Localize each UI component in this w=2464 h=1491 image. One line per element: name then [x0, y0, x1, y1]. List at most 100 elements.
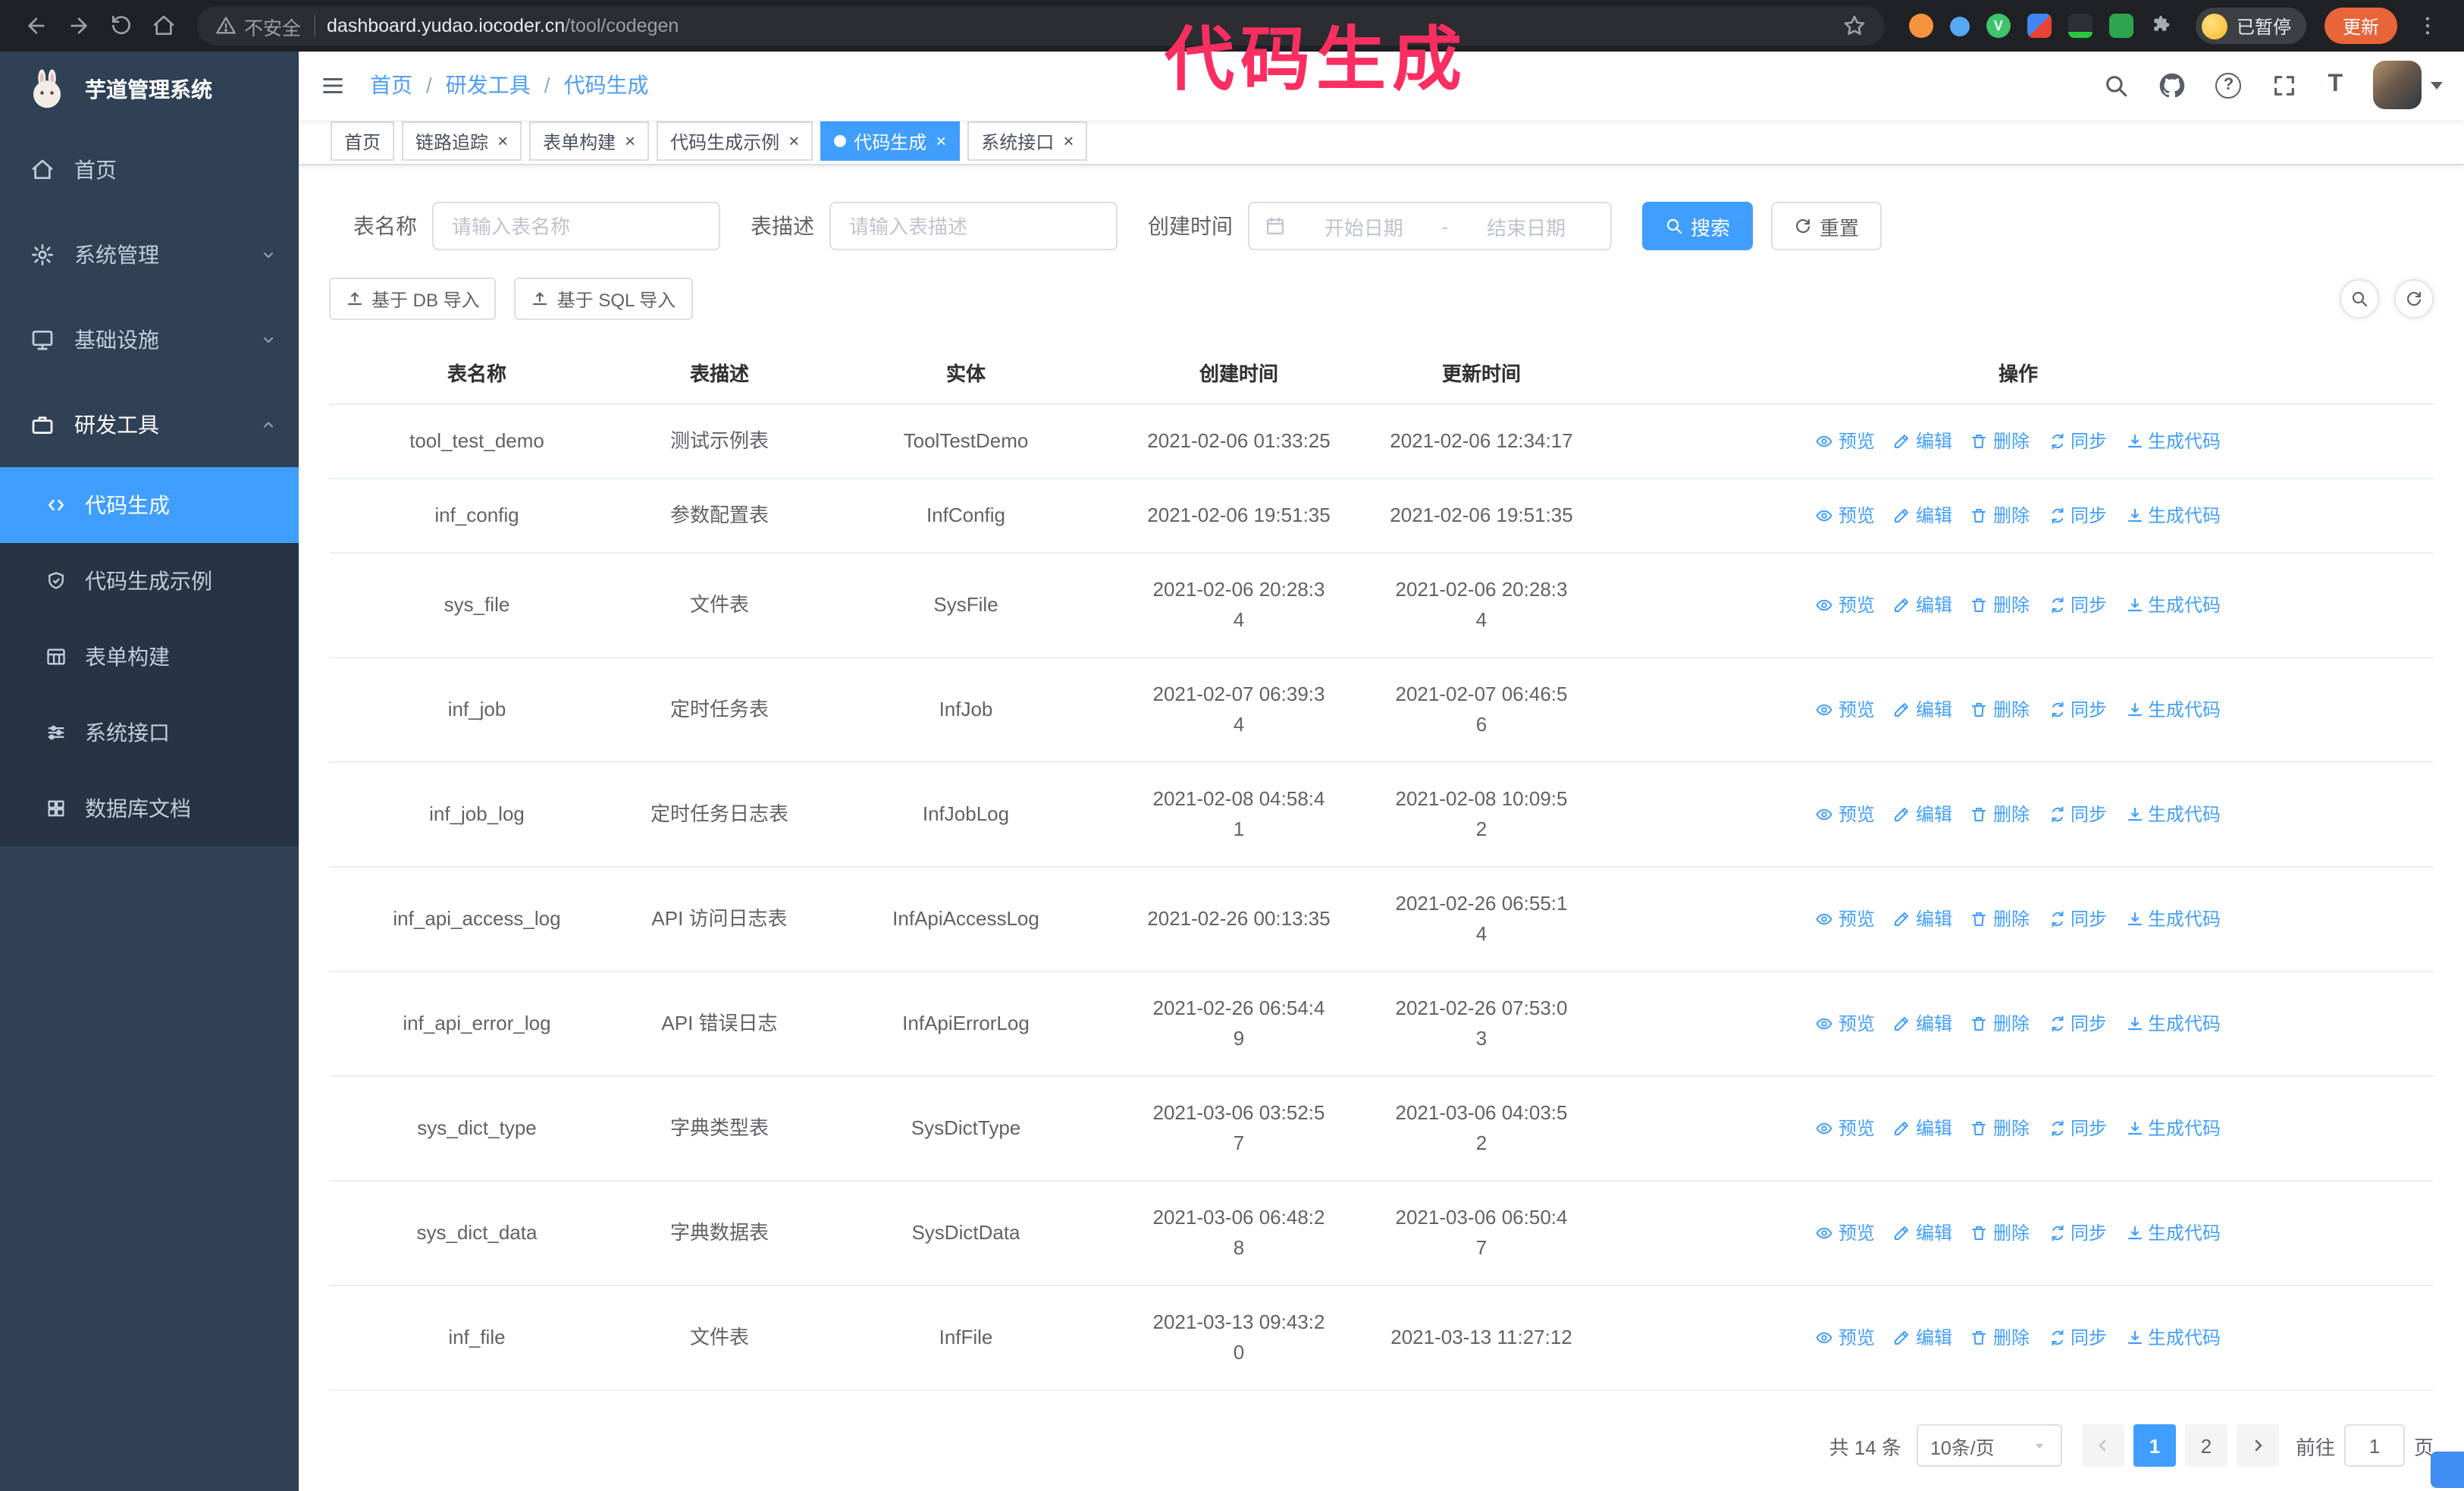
vue-devtools-icon[interactable]: V	[1986, 14, 2011, 38]
edit-link[interactable]: 编辑	[1893, 799, 1952, 830]
close-icon[interactable]: ×	[497, 133, 508, 151]
sync-link[interactable]: 同步	[2048, 1218, 2107, 1248]
table-desc-input[interactable]	[829, 202, 1118, 250]
edit-link[interactable]: 编辑	[1893, 501, 1952, 531]
edit-link[interactable]: 编辑	[1893, 590, 1952, 620]
browser-home-button[interactable]	[143, 5, 185, 47]
close-icon[interactable]: ×	[625, 133, 635, 151]
generate-code-link[interactable]: 生成代码	[2125, 1113, 2221, 1144]
delete-link[interactable]: 删除	[1970, 501, 2030, 531]
table-name-input[interactable]	[432, 202, 720, 250]
close-icon[interactable]: ×	[1063, 133, 1074, 151]
generate-code-link[interactable]: 生成代码	[2125, 426, 2221, 457]
prev-page-button[interactable]	[2081, 1424, 2124, 1467]
import-db-button[interactable]: 基于 DB 导入	[329, 278, 497, 320]
edit-link[interactable]: 编辑	[1893, 1009, 1952, 1039]
bookmark-star-icon[interactable]	[1842, 14, 1867, 38]
sync-link[interactable]: 同步	[2048, 1009, 2107, 1039]
toggle-search-button[interactable]	[2340, 279, 2379, 319]
delete-link[interactable]: 删除	[1970, 1218, 2030, 1248]
close-icon[interactable]: ×	[936, 133, 946, 151]
sync-link[interactable]: 同步	[2048, 590, 2107, 620]
generate-code-link[interactable]: 生成代码	[2125, 1218, 2221, 1248]
sidebar-item-devtools[interactable]: 研发工具	[0, 382, 299, 467]
delete-link[interactable]: 删除	[1970, 1009, 2030, 1039]
generate-code-link[interactable]: 生成代码	[2125, 1323, 2221, 1353]
delete-link[interactable]: 删除	[1970, 904, 2030, 934]
extension-blue-pin-icon[interactable]	[1949, 16, 1970, 36]
extension-orange-icon[interactable]	[1908, 14, 1933, 38]
edit-link[interactable]: 编辑	[1893, 1218, 1952, 1248]
search-button[interactable]: 搜索	[1642, 202, 1754, 250]
sync-link[interactable]: 同步	[2048, 904, 2107, 934]
preview-link[interactable]: 预览	[1816, 590, 1875, 620]
breadcrumb-devtools[interactable]: 研发工具	[446, 71, 531, 101]
sync-link[interactable]: 同步	[2048, 426, 2107, 457]
browser-back-button[interactable]	[15, 5, 58, 47]
import-sql-button[interactable]: 基于 SQL 导入	[514, 278, 693, 320]
tab-home[interactable]: 首页	[331, 121, 395, 162]
delete-link[interactable]: 删除	[1970, 799, 2030, 830]
edit-link[interactable]: 编辑	[1893, 1323, 1952, 1353]
generate-code-link[interactable]: 生成代码	[2125, 904, 2221, 934]
generate-code-link[interactable]: 生成代码	[2125, 590, 2221, 620]
user-menu[interactable]	[2373, 61, 2443, 110]
delete-link[interactable]: 删除	[1970, 1323, 2030, 1353]
generate-code-link[interactable]: 生成代码	[2125, 799, 2221, 830]
goto-page-input[interactable]	[2343, 1424, 2405, 1467]
tab-codegen[interactable]: 代码生成 ×	[820, 121, 961, 162]
extension-people-icon[interactable]	[2027, 14, 2052, 38]
browser-menu-button[interactable]	[2406, 5, 2449, 47]
preview-link[interactable]: 预览	[1816, 904, 1875, 934]
sidebar-item-home[interactable]: 首页	[0, 127, 299, 212]
generate-code-link[interactable]: 生成代码	[2125, 695, 2221, 725]
next-page-button[interactable]	[2236, 1424, 2279, 1467]
tab-tracing[interactable]: 链路追踪 ×	[402, 121, 522, 162]
page-size-select[interactable]: 10条/页	[1916, 1424, 2062, 1467]
reset-button[interactable]: 重置	[1771, 202, 1882, 250]
sidebar-item-infrastructure[interactable]: 基础设施	[0, 297, 299, 382]
browser-reload-button[interactable]	[100, 5, 143, 47]
page-button-2[interactable]: 2	[2184, 1424, 2227, 1467]
sync-link[interactable]: 同步	[2048, 695, 2107, 725]
edit-link[interactable]: 编辑	[1893, 426, 1952, 457]
tab-codegen-example[interactable]: 代码生成示例 ×	[657, 121, 813, 162]
browser-update-button[interactable]: 更新	[2324, 8, 2397, 44]
address-bar[interactable]: 不安全 dashboard.yudao.iocoder.cn/tool/code…	[197, 6, 1885, 46]
preview-link[interactable]: 预览	[1816, 426, 1875, 457]
refresh-table-button[interactable]	[2394, 279, 2434, 319]
github-icon[interactable]	[2159, 73, 2185, 99]
sidebar-item-codegen-example[interactable]: 代码生成示例	[0, 543, 299, 619]
corner-widget[interactable]	[2431, 1452, 2464, 1488]
sync-link[interactable]: 同步	[2048, 501, 2107, 531]
extension-green-icon[interactable]	[2108, 14, 2133, 38]
fullscreen-icon[interactable]	[2271, 73, 2297, 99]
sidebar-item-system-api[interactable]: 系统接口	[0, 695, 299, 771]
sidebar-item-db-docs[interactable]: 数据库文档	[0, 771, 299, 846]
sync-link[interactable]: 同步	[2048, 1323, 2107, 1353]
sync-link[interactable]: 同步	[2048, 799, 2107, 830]
edit-link[interactable]: 编辑	[1893, 695, 1952, 725]
sidebar-item-codegen[interactable]: 代码生成	[0, 467, 299, 543]
delete-link[interactable]: 删除	[1970, 426, 2030, 457]
preview-link[interactable]: 预览	[1816, 1218, 1875, 1248]
preview-link[interactable]: 预览	[1816, 501, 1875, 531]
edit-link[interactable]: 编辑	[1893, 904, 1952, 934]
delete-link[interactable]: 删除	[1970, 590, 2030, 620]
extensions-puzzle-icon[interactable]	[2150, 14, 2174, 38]
sync-link[interactable]: 同步	[2048, 1113, 2107, 1144]
preview-link[interactable]: 预览	[1816, 799, 1875, 830]
hamburger-icon[interactable]	[320, 73, 346, 99]
profile-chip[interactable]: 已暂停	[2195, 8, 2306, 44]
tab-form-builder[interactable]: 表单构建 ×	[529, 121, 650, 162]
delete-link[interactable]: 删除	[1970, 1113, 2030, 1144]
search-icon[interactable]	[2103, 73, 2129, 99]
breadcrumb-home[interactable]: 首页	[370, 71, 412, 101]
extension-screenshot-icon[interactable]	[2067, 14, 2093, 38]
preview-link[interactable]: 预览	[1816, 1323, 1875, 1353]
sidebar-item-system-management[interactable]: 系统管理	[0, 212, 299, 297]
browser-forward-button[interactable]	[58, 5, 100, 47]
preview-link[interactable]: 预览	[1816, 695, 1875, 725]
generate-code-link[interactable]: 生成代码	[2125, 1009, 2221, 1039]
date-range-picker[interactable]: 开始日期 - 结束日期	[1248, 202, 1612, 250]
